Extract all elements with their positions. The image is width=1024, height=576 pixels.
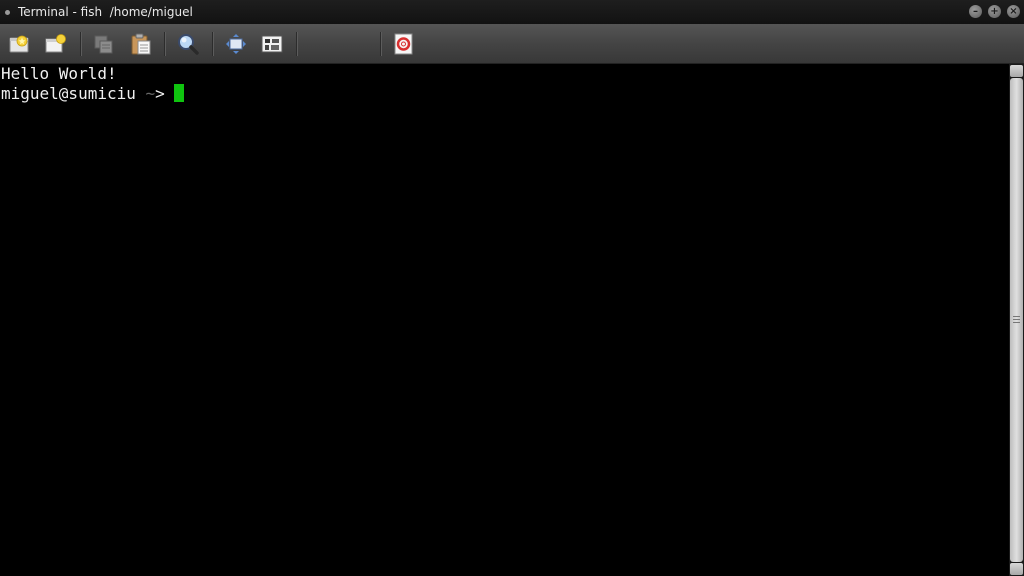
prompt-user-host: miguel@sumiciu: [1, 84, 136, 103]
new-window-button[interactable]: [44, 32, 68, 56]
paste-icon: [131, 33, 151, 55]
copy-icon: [94, 35, 113, 54]
new-tab-icon: [9, 35, 29, 53]
scroll-grip: [1013, 319, 1020, 320]
search-icon: [178, 34, 199, 55]
scroll-down-arrow[interactable]: [1010, 563, 1023, 575]
scroll-grip: [1013, 322, 1020, 323]
prompt-path: ~: [145, 84, 156, 103]
fullscreen-icon: [226, 34, 246, 54]
vertical-scrollbar[interactable]: [1009, 64, 1024, 576]
title-bar[interactable]: Terminal - fish /home/miguel – + ×: [0, 0, 1024, 24]
output-line: Hello World!: [1, 64, 117, 83]
new-tab-button[interactable]: [8, 32, 32, 56]
terminal-window: Terminal - fish /home/miguel – + × Hello…: [0, 0, 1024, 576]
scroll-up-arrow[interactable]: [1010, 65, 1023, 77]
toolbar-separator: [164, 32, 166, 56]
toolbar-separator: [212, 32, 214, 56]
toolbar-separator: [380, 32, 382, 56]
help-button[interactable]: [392, 32, 416, 56]
toolbar-separator: [80, 32, 82, 56]
find-button[interactable]: [176, 32, 200, 56]
window-title: Terminal - fish /home/miguel: [18, 5, 193, 19]
copy-button[interactable]: [92, 32, 116, 56]
maximize-button[interactable]: +: [988, 5, 1001, 18]
toolbar: [0, 24, 1024, 64]
new-window-icon: [45, 34, 66, 53]
prompt-arrow: >: [155, 84, 165, 103]
preferences-icon: [261, 35, 283, 53]
scroll-thumb[interactable]: [1010, 78, 1023, 562]
window-controls: – + ×: [969, 5, 1020, 18]
toolbar-separator: [296, 32, 298, 56]
terminal-view[interactable]: Hello World! miguel@sumiciu ~>: [0, 64, 1009, 576]
lifebuoy-icon: [394, 33, 413, 55]
text-cursor: [174, 84, 185, 102]
fullscreen-button[interactable]: [224, 32, 248, 56]
scroll-grip: [1013, 316, 1020, 317]
preferences-button[interactable]: [260, 32, 284, 56]
paste-button[interactable]: [129, 32, 153, 56]
close-button[interactable]: ×: [1007, 5, 1020, 18]
minimize-button[interactable]: –: [969, 5, 982, 18]
window-menu-icon[interactable]: [5, 9, 10, 15]
prompt-line: miguel@sumiciu ~>: [1, 84, 185, 104]
